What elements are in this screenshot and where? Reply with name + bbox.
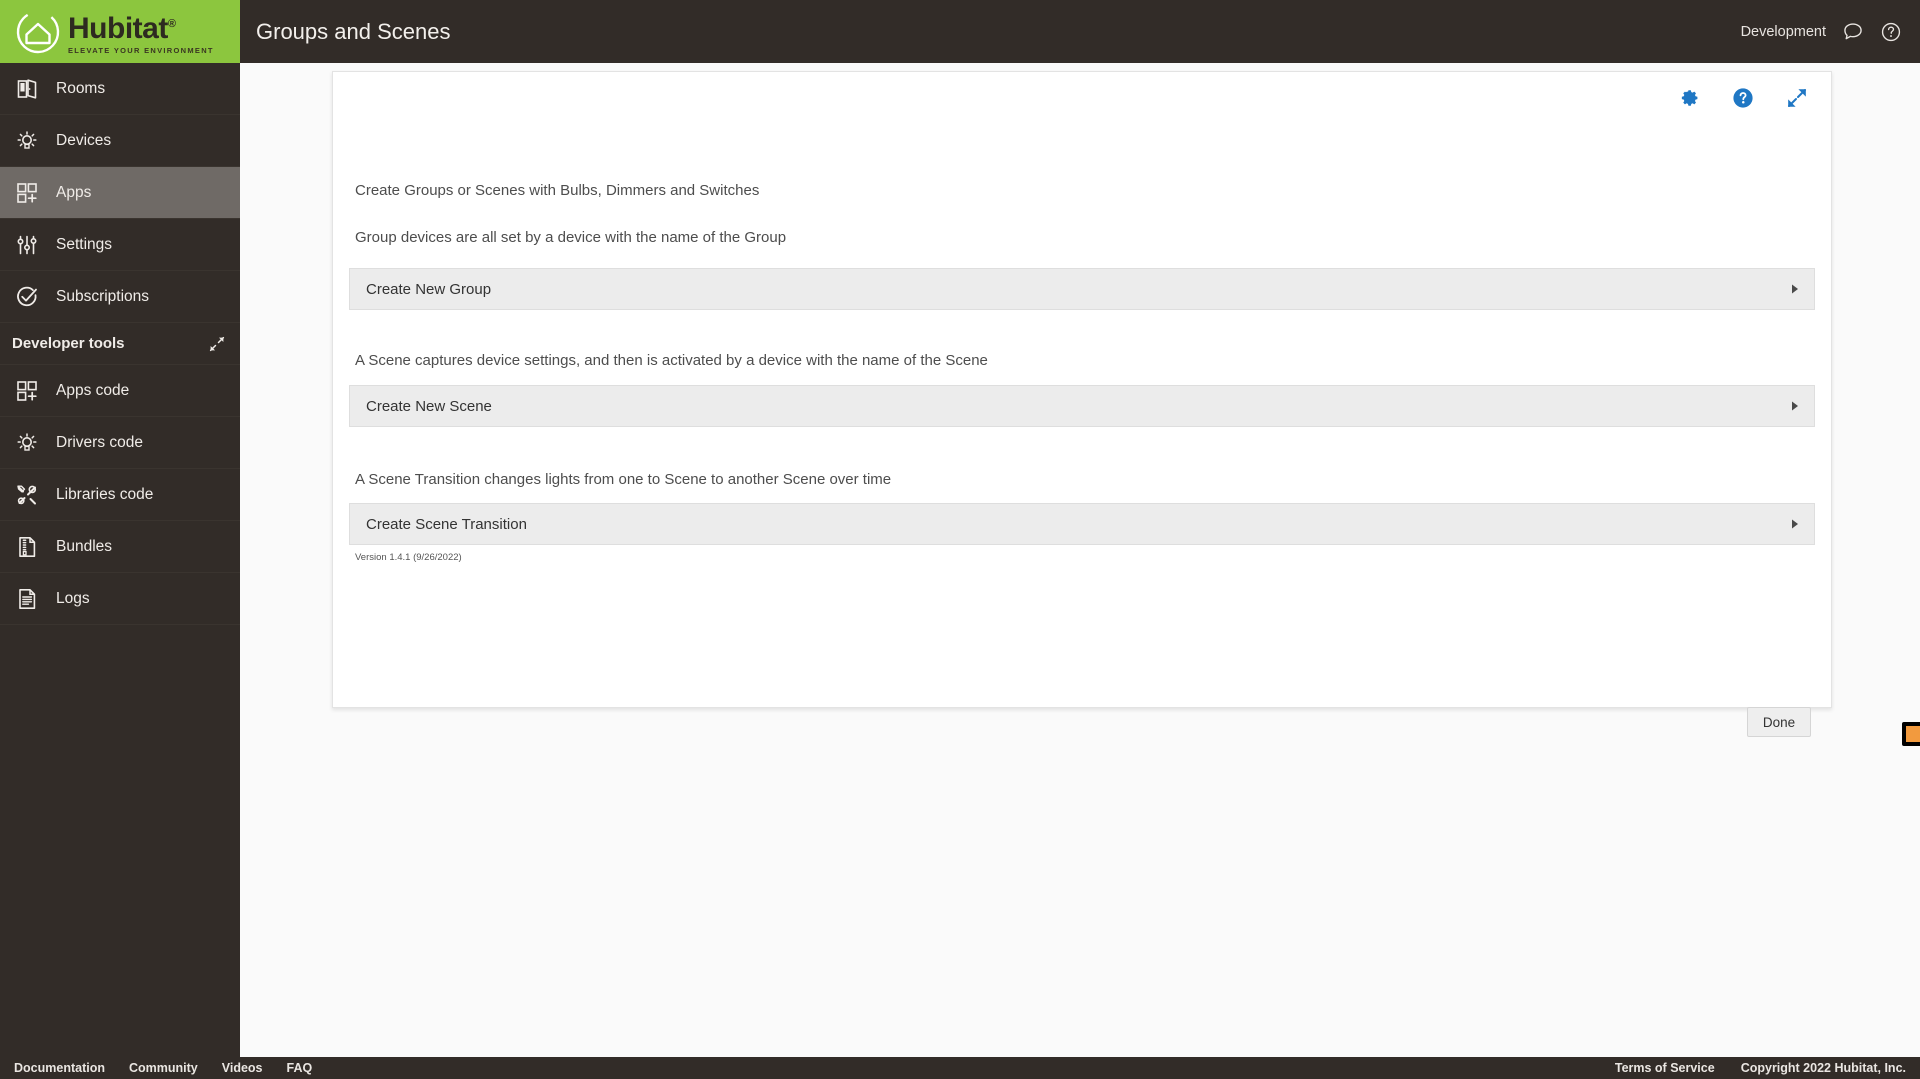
accordion-create-new-scene[interactable]: Create New Scene (349, 385, 1815, 427)
sidebar-item-label: Apps (56, 183, 92, 201)
apps-grid-plus-icon (12, 178, 42, 208)
expand-arrows-icon[interactable] (1785, 86, 1809, 110)
page-title: Groups and Scenes (256, 18, 451, 44)
tools-wrench-screwdriver-icon (12, 480, 42, 510)
brand-logo[interactable]: Hubitat® ELEVATE YOUR ENVIRONMENT (0, 0, 240, 63)
main-content: Create Groups or Scenes with Bulbs, Dimm… (240, 63, 1920, 1079)
chevron-right-icon (1792, 519, 1798, 529)
accordion-label: Create New Scene (366, 397, 492, 415)
sidebar-item-label: Logs (56, 589, 90, 607)
sidebar-item-rooms[interactable]: Rooms (0, 63, 240, 115)
app-settings-card: Create Groups or Scenes with Bulbs, Dimm… (332, 71, 1832, 737)
top-bar: Hubitat® ELEVATE YOUR ENVIRONMENT Groups… (0, 0, 1920, 63)
blurb-group-devices: Group devices are all set by a device wi… (355, 229, 787, 246)
collapse-arrows-icon[interactable] (208, 335, 226, 353)
footer-link-documentation[interactable]: Documentation (14, 1061, 105, 1075)
check-circle-icon (12, 282, 42, 312)
sidebar-item-apps-code[interactable]: Apps code (0, 365, 240, 417)
sidebar-item-settings[interactable]: Settings (0, 219, 240, 271)
accordion-create-scene-transition[interactable]: Create Scene Transition (349, 503, 1815, 545)
sidebar-item-label: Devices (56, 131, 112, 149)
environment-label: Development (1740, 23, 1826, 40)
accordion-create-new-group[interactable]: Create New Group (349, 268, 1815, 310)
footer-link-community[interactable]: Community (129, 1061, 198, 1075)
orange-pointer-arrow (1902, 722, 1920, 746)
sidebar-item-devices[interactable]: Devices (0, 115, 240, 167)
accordion-label: Create Scene Transition (366, 515, 527, 533)
registered-mark: ® (167, 17, 176, 30)
question-circle-icon[interactable] (1880, 21, 1902, 43)
sidebar-item-label: Apps code (56, 381, 130, 399)
chat-bubble-icon[interactable] (1842, 21, 1864, 43)
footer-link-faq[interactable]: FAQ (287, 1061, 313, 1075)
sidebar-item-label: Settings (56, 235, 113, 253)
sidebar-item-logs[interactable]: Logs (0, 573, 240, 625)
sidebar-item-libraries-code[interactable]: Libraries code (0, 469, 240, 521)
footer: Documentation Community Videos FAQ Terms… (0, 1057, 1920, 1079)
sidebar-item-drivers-code[interactable]: Drivers code (0, 417, 240, 469)
document-lines-icon (12, 584, 42, 614)
rooms-door-icon (12, 74, 42, 104)
footer-link-terms-of-service[interactable]: Terms of Service (1615, 1061, 1715, 1075)
sliders-icon (12, 230, 42, 260)
sidebar-item-label: Rooms (56, 79, 106, 97)
gear-icon[interactable] (1677, 86, 1701, 110)
sidebar-item-subscriptions[interactable]: Subscriptions (0, 271, 240, 323)
question-circle-icon[interactable] (1731, 86, 1755, 110)
developer-tools-header: Developer tools (0, 323, 240, 365)
brand-tagline: ELEVATE YOUR ENVIRONMENT (68, 45, 214, 55)
footer-link-videos[interactable]: Videos (222, 1061, 263, 1075)
app-root: Hubitat® ELEVATE YOUR ENVIRONMENT Groups… (0, 0, 1920, 1079)
sidebar-item-label: Subscriptions (56, 287, 150, 305)
card-toolbar (1677, 86, 1809, 110)
sidebar-item-bundles[interactable]: Bundles (0, 521, 240, 573)
lightbulb-icon (12, 126, 42, 156)
brand-text: Hubitat® ELEVATE YOUR ENVIRONMENT (68, 9, 214, 55)
blurb-create-groups-or-scenes: Create Groups or Scenes with Bulbs, Dimm… (355, 182, 760, 199)
developer-tools-label: Developer tools (12, 335, 125, 352)
sidebar-item-label: Drivers code (56, 433, 143, 451)
blurb-scene-captures: A Scene captures device settings, and th… (355, 352, 988, 369)
lightbulb-icon (12, 428, 42, 458)
footer-right: Terms of Service Copyright 2022 Hubitat,… (1589, 1061, 1906, 1075)
footer-copyright: Copyright 2022 Hubitat, Inc. (1740, 1061, 1906, 1075)
chevron-right-icon (1792, 401, 1798, 411)
sidebar-item-label: Libraries code (56, 485, 154, 503)
version-text: Version 1.4.1 (9/26/2022) (355, 552, 462, 563)
zip-file-icon (12, 532, 42, 562)
sidebar-item-label: Bundles (56, 537, 113, 555)
apps-grid-plus-icon (12, 376, 42, 406)
brand-name: Hubitat® (68, 11, 176, 45)
accordion-label: Create New Group (366, 280, 492, 298)
done-button[interactable]: Done (1747, 707, 1811, 737)
blurb-scene-transition: A Scene Transition changes lights from o… (355, 471, 892, 488)
sidebar: Rooms Devices Apps Settings Subscription… (0, 63, 240, 1079)
top-bar-right: Development (1741, 0, 1920, 63)
sidebar-item-apps[interactable]: Apps (0, 167, 240, 219)
chevron-right-icon (1792, 284, 1798, 294)
hubitat-house-logo-icon (16, 10, 60, 53)
